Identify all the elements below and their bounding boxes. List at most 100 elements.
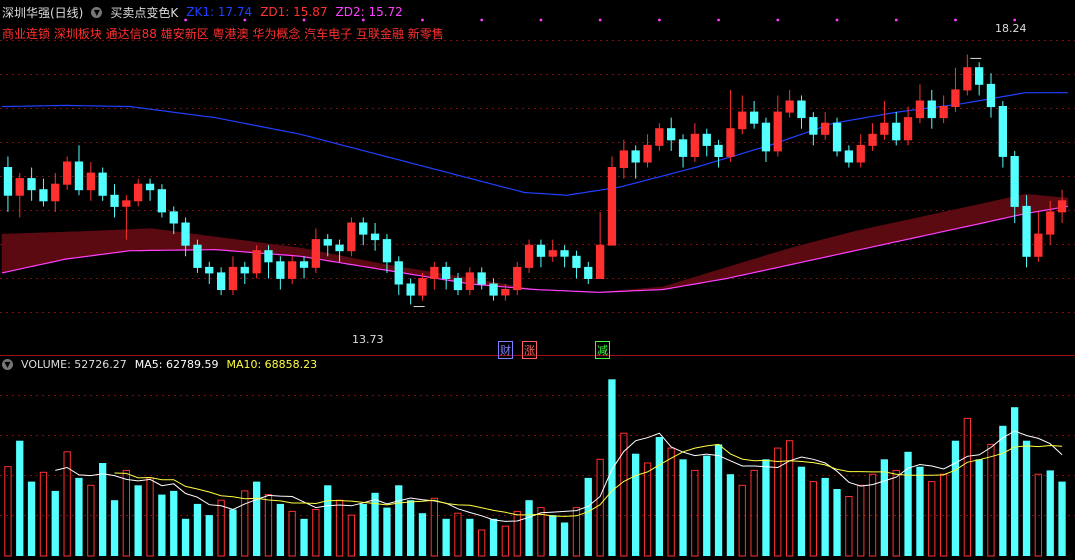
zd-band-segment [230, 238, 237, 252]
candle-body [169, 211, 178, 224]
zd-band-segment [1003, 197, 1010, 219]
candle-body [761, 122, 771, 152]
candle-body [489, 283, 498, 296]
candle-body [3, 167, 13, 196]
candle-body [193, 244, 202, 268]
volume-bar [549, 515, 557, 556]
candle-body [442, 266, 451, 279]
zd-band-segment [833, 235, 840, 256]
high-price-label: 18.24 [995, 22, 1027, 35]
candle-body [631, 150, 640, 163]
zd-band-segment [859, 228, 866, 250]
volume-bar [560, 522, 569, 556]
volume-bar [87, 484, 95, 557]
candle-body [548, 250, 557, 257]
candle-body [785, 100, 794, 113]
volume-bar [454, 512, 462, 557]
volume-settings-icon[interactable]: ▼ [2, 359, 13, 370]
zd-band-segment [65, 231, 72, 260]
zd-band-segment [731, 263, 738, 278]
zd-band-segment [929, 213, 936, 235]
candle-body [217, 272, 226, 290]
volume-bar [703, 455, 711, 556]
volume-bar [596, 458, 604, 557]
candle-body [240, 266, 249, 274]
volume-bar [584, 477, 592, 556]
zd-band-segment [945, 210, 951, 232]
zd-band-segment [822, 237, 829, 259]
zd-band-segment [699, 273, 706, 284]
volume-bar [714, 444, 723, 556]
zd-band-segment [273, 244, 280, 255]
candle-body [406, 283, 415, 296]
candle-body [773, 111, 782, 152]
volume-bar [726, 474, 735, 556]
event-cai[interactable]: 财 [498, 341, 513, 359]
zd-band-segment [81, 231, 88, 258]
zd-band-segment [758, 255, 765, 272]
volume-bar [951, 440, 960, 556]
zd-band-segment [1046, 195, 1053, 211]
zd-band-segment [918, 215, 925, 238]
candle-body [501, 289, 510, 296]
volume-bar [27, 481, 36, 556]
candle-body [15, 178, 24, 196]
volume-bar [928, 481, 936, 557]
ma5-value: MA5: 62789.59 [134, 358, 219, 371]
candle-body [1034, 233, 1043, 257]
zd-band-segment [44, 232, 51, 265]
kline-chart[interactable] [0, 0, 1075, 560]
zd-band-segment [891, 221, 898, 243]
candle-body [596, 244, 605, 279]
zd-band-segment [817, 239, 824, 260]
candle-body [643, 144, 652, 163]
volume-bar [880, 459, 888, 556]
zd-band-segment [966, 205, 973, 227]
low-price-label: 13.73 [352, 333, 384, 346]
volume-bar [857, 484, 865, 557]
candle-body [619, 150, 629, 168]
candle-body [998, 106, 1008, 157]
signal-dot [302, 18, 306, 22]
signal-dot [598, 18, 602, 22]
volume-bar [51, 490, 59, 556]
candle-body [145, 183, 155, 191]
zd-band-segment [993, 199, 999, 221]
candle-body [86, 172, 95, 191]
volume-bar [359, 503, 367, 556]
volume-bar [774, 447, 782, 557]
volume-bar [110, 500, 119, 556]
candle-body [264, 250, 273, 263]
candle-body [797, 100, 806, 119]
volume-bar [241, 490, 249, 557]
volume-bar [371, 492, 379, 556]
candle-body [986, 83, 996, 108]
volume-bar [75, 477, 83, 556]
event-jian[interactable]: 减 [595, 341, 610, 359]
zd-band-segment [726, 265, 733, 279]
zd-band-segment [76, 231, 83, 258]
zd-band-segment [225, 238, 232, 252]
candle-body [299, 261, 309, 268]
volume-bar [1011, 407, 1019, 556]
candle-body [726, 128, 735, 157]
zd-band-segment [843, 232, 850, 254]
volume-bar [430, 497, 439, 557]
zd-band-segment [241, 240, 248, 253]
zd-band-segment [923, 214, 930, 237]
zd-band-segment [236, 239, 243, 252]
zd-band-segment [763, 254, 770, 271]
zd-band-segment [881, 224, 888, 246]
volume-bar [667, 447, 675, 557]
zd-band-segment [172, 231, 179, 251]
candle-body [702, 133, 711, 146]
event-zhang[interactable]: 涨 [522, 341, 537, 359]
volume-bar [407, 500, 415, 556]
signal-dot [480, 18, 484, 22]
signal-dot [243, 18, 247, 22]
zd-band-segment [39, 232, 45, 266]
volume-bar [418, 513, 427, 556]
zd-band-segment [785, 247, 792, 267]
candle-body [880, 122, 889, 135]
zd-band-segment [998, 198, 1005, 220]
